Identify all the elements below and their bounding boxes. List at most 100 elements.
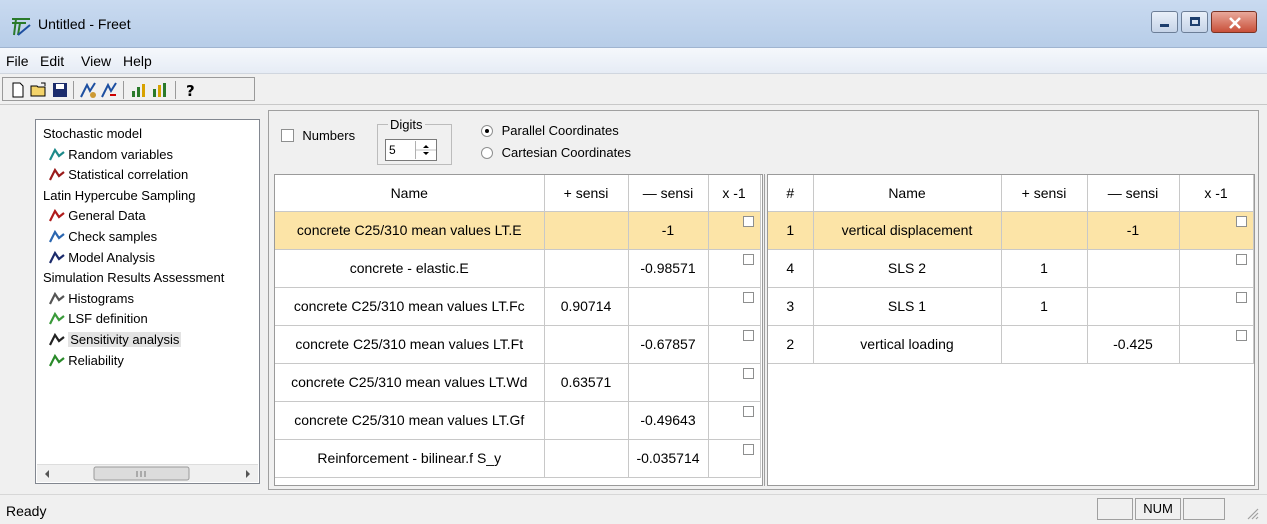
exclude-checkbox-cell xyxy=(708,211,761,250)
exclude-checkbox[interactable] xyxy=(742,215,754,227)
table-cell: concrete C25/310 mean values LT.E xyxy=(275,211,545,250)
parallel-coordinates-radio[interactable] xyxy=(481,125,493,137)
new-file-icon[interactable] xyxy=(9,81,27,99)
toolbar-group: ? xyxy=(2,77,255,101)
exclude-checkbox[interactable] xyxy=(1235,329,1247,341)
output-sensitivity-table: # Name + sensi — sensi x -1 1 vertical displa… xyxy=(768,175,1254,364)
scrollbar-arrows-icon[interactable] xyxy=(37,465,258,483)
menu-view[interactable]: View xyxy=(81,53,111,69)
tree-item[interactable]: Histograms xyxy=(42,290,134,310)
cartesian-coordinates-option[interactable]: Cartesian Coordinates xyxy=(481,145,631,160)
table-row[interactable]: 1 vertical displacement -1 xyxy=(768,211,1254,250)
exclude-checkbox[interactable] xyxy=(742,443,754,455)
model-analysis-icon xyxy=(49,250,65,264)
left-header-cell[interactable]: — sensi xyxy=(628,175,709,212)
right-header-cell[interactable]: Name xyxy=(813,175,1002,212)
menu-help[interactable]: Help xyxy=(123,53,152,69)
correlation-matrix-icon xyxy=(49,167,65,181)
tree-item-label: Simulation Results Assessment xyxy=(43,270,225,286)
maximize-button[interactable] xyxy=(1181,11,1208,33)
tree-item-label: Model Analysis xyxy=(68,249,155,265)
check-samples-icon xyxy=(49,229,65,243)
table-cell xyxy=(544,401,629,440)
table-cell: vertical loading xyxy=(813,325,1002,364)
table-cell: 0.90714 xyxy=(544,287,629,326)
exclude-checkbox[interactable] xyxy=(742,329,754,341)
table-cell xyxy=(1087,287,1180,326)
table-cell: concrete C25/310 mean values LT.Fc xyxy=(275,287,545,326)
numbers-checkbox[interactable]: Numbers xyxy=(281,128,355,143)
left-header-cell[interactable]: + sensi xyxy=(544,175,629,212)
table-cell: -0.67857 xyxy=(628,325,709,364)
resize-grip-icon[interactable] xyxy=(1244,505,1260,521)
tree-item[interactable]: LSF definition xyxy=(42,310,148,330)
help-icon[interactable]: ? xyxy=(181,81,199,99)
cartesian-coordinates-radio[interactable] xyxy=(481,147,493,159)
table-cell: concrete - elastic.E xyxy=(275,249,545,288)
right-header-cell[interactable]: # xyxy=(768,175,814,212)
sensitivity-icon xyxy=(49,332,65,346)
exclude-checkbox[interactable] xyxy=(742,367,754,379)
table-row[interactable]: concrete - elastic.E -0.98571 xyxy=(275,249,761,288)
table-row[interactable]: concrete C25/310 mean values LT.Wd 0.6357… xyxy=(275,363,761,402)
status-text: Ready xyxy=(6,503,47,519)
parallel-coordinates-option[interactable]: Parallel Coordinates xyxy=(481,123,619,138)
tree-item[interactable]: Latin Hypercube Sampling xyxy=(43,187,195,207)
digits-spin-buttons[interactable] xyxy=(415,141,436,159)
digits-spinner[interactable]: 5 xyxy=(385,139,437,161)
tree-item-label: Random variables xyxy=(68,146,174,162)
exclude-checkbox[interactable] xyxy=(742,291,754,303)
spin-arrows-icon[interactable] xyxy=(416,141,436,159)
table-cell xyxy=(544,249,629,288)
tree-item[interactable]: General Data xyxy=(42,207,146,227)
tree-horizontal-scrollbar[interactable] xyxy=(37,464,258,482)
exclude-checkbox[interactable] xyxy=(742,405,754,417)
exclude-checkbox[interactable] xyxy=(1235,253,1247,265)
table-row[interactable]: concrete C25/310 mean values LT.E -1 xyxy=(275,211,761,250)
right-header-cell[interactable]: x -1 xyxy=(1179,175,1254,212)
right-header-cell[interactable]: — sensi xyxy=(1087,175,1180,212)
tree-item[interactable]: Statistical correlation xyxy=(42,166,188,186)
tree-item[interactable]: Check samples xyxy=(42,228,157,248)
tree-item-label: General Data xyxy=(68,208,146,224)
table-cell xyxy=(628,363,709,402)
table-row[interactable]: concrete C25/310 mean values LT.Fc 0.9071… xyxy=(275,287,761,326)
tree-item[interactable]: Stochastic model xyxy=(43,125,142,145)
left-header-cell[interactable]: x -1 xyxy=(708,175,761,212)
general-data-icon xyxy=(49,208,65,222)
numbers-checkbox-box[interactable] xyxy=(281,129,294,142)
menu-edit[interactable]: Edit xyxy=(40,53,64,69)
table-row[interactable]: concrete C25/310 mean values LT.Ft -0.678… xyxy=(275,325,761,364)
exclude-checkbox[interactable] xyxy=(1235,215,1247,227)
table-cell: 0.63571 xyxy=(544,363,629,402)
title-bar: Untitled - Freet xyxy=(0,0,1267,48)
table-row[interactable]: Reinforcement - bilinear.f S_y -0.035714 xyxy=(275,439,761,478)
bar-chart-icon[interactable] xyxy=(130,81,148,99)
tree-item[interactable]: Simulation Results Assessment xyxy=(43,269,224,289)
tree-item[interactable]: Sensitivity analysis xyxy=(42,331,182,351)
right-header-cell[interactable]: + sensi xyxy=(1001,175,1088,212)
table-cell: Reinforcement - bilinear.f S_y xyxy=(275,439,545,478)
tree-item[interactable]: Random variables xyxy=(42,146,173,166)
table-row[interactable]: 4 SLS 21 xyxy=(768,249,1254,288)
minimize-button[interactable] xyxy=(1151,11,1178,33)
table-row[interactable]: concrete C25/310 mean values LT.Gf -0.496… xyxy=(275,401,761,440)
person-chart-alt-icon[interactable] xyxy=(100,81,118,99)
tree-item[interactable]: Reliability xyxy=(42,352,124,372)
tree-item-label: Stochastic model xyxy=(43,126,142,141)
bar-chart-alt-icon[interactable] xyxy=(151,81,169,99)
exclude-checkbox-cell xyxy=(1179,287,1254,326)
table-row[interactable]: 3 SLS 11 xyxy=(768,287,1254,326)
exclude-checkbox-cell xyxy=(1179,325,1254,364)
close-button[interactable] xyxy=(1211,11,1257,33)
exclude-checkbox[interactable] xyxy=(742,253,754,265)
person-chart-icon[interactable] xyxy=(79,81,97,99)
save-icon[interactable] xyxy=(51,81,69,99)
tree-item[interactable]: Model Analysis xyxy=(42,249,155,269)
histogram-icon xyxy=(49,291,65,305)
left-header-cell[interactable]: Name xyxy=(275,175,545,212)
menu-file[interactable]: File xyxy=(6,53,29,69)
table-row[interactable]: 2 vertical loading -0.425 xyxy=(768,325,1254,364)
exclude-checkbox[interactable] xyxy=(1235,291,1247,303)
open-folder-icon[interactable] xyxy=(30,81,48,99)
